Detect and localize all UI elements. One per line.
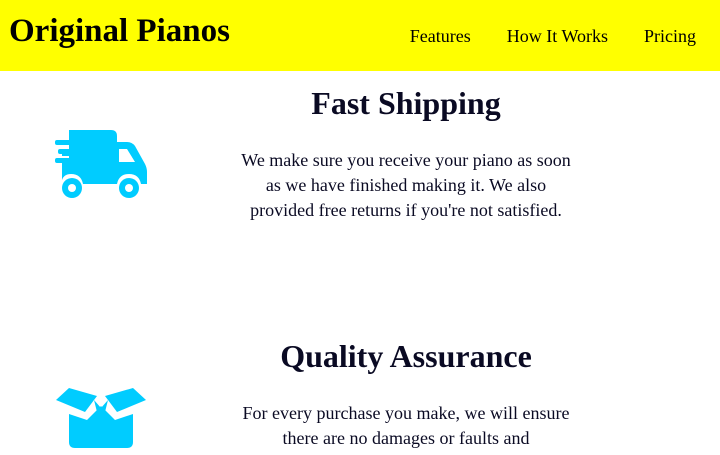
nav-item-pricing: Pricing [644,24,720,48]
nav-item-how-it-works: How It Works [507,24,632,48]
nav-link-how-it-works[interactable]: How It Works [507,24,608,48]
feature-title: Fast Shipping [311,85,501,121]
feature-description: For every purchase you make, we will ens… [242,403,570,448]
nav-bar: Features How It Works Pricing [410,24,720,48]
nav-link-features[interactable]: Features [410,24,471,48]
nav-link-pricing[interactable]: Pricing [644,24,696,48]
nav-item-features: Features [410,24,495,48]
truck-icon [55,130,148,209]
open-box-icon [55,386,148,455]
site-logo[interactable]: Original Pianos [9,11,230,51]
feature-description: We make sure you receive your piano as s… [241,150,571,220]
feature-title: Quality Assurance [280,338,532,374]
site-header: Original Pianos Features How It Works Pr… [0,0,720,71]
